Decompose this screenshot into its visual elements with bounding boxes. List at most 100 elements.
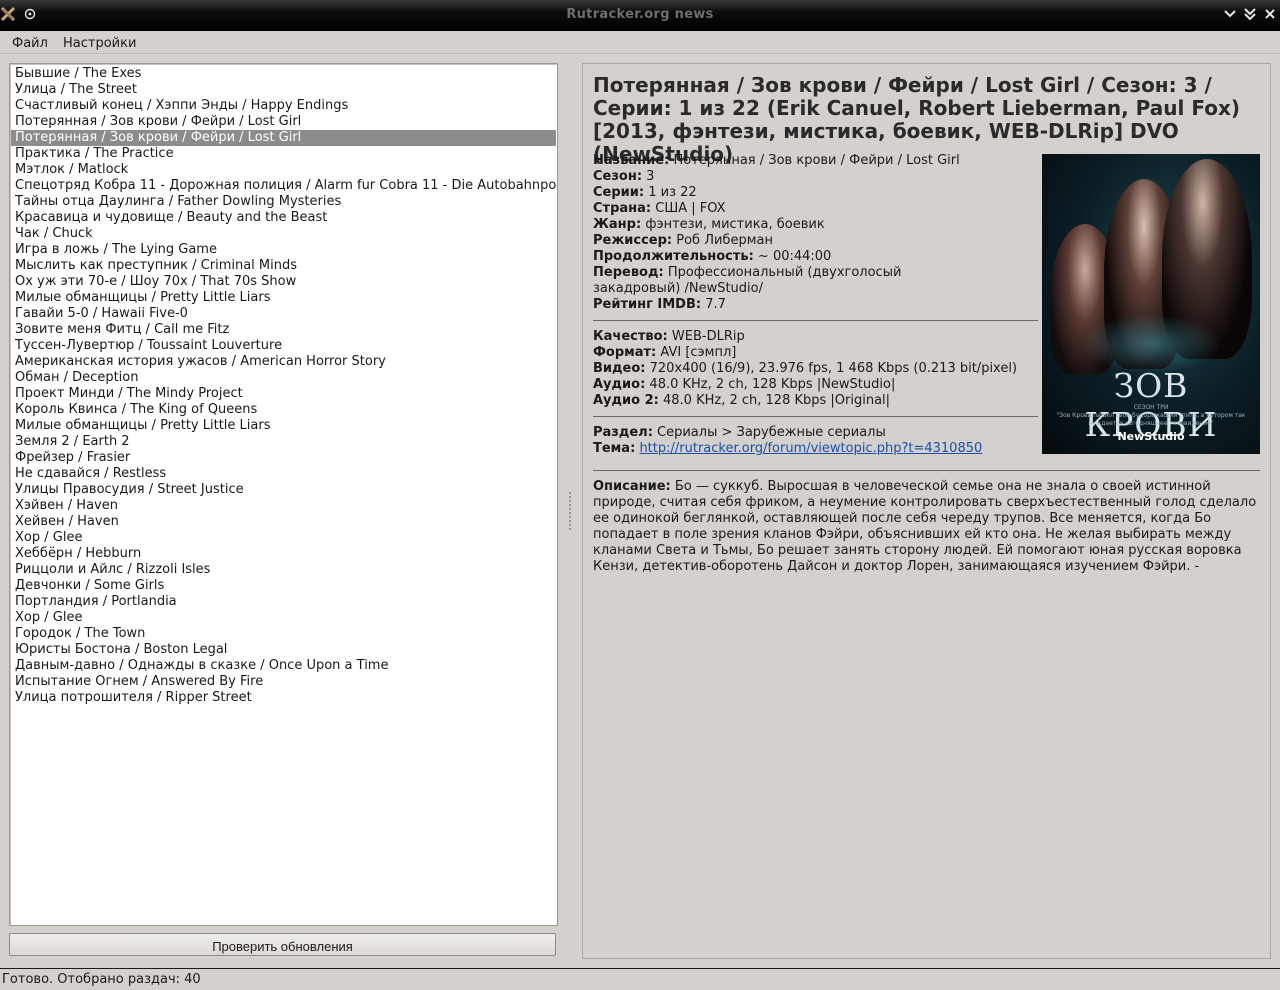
list-item[interactable]: Земля 2 / Earth 2 xyxy=(11,434,556,450)
window-title: Rutracker.org news xyxy=(566,7,714,22)
info-row-season: Сезон: 3 xyxy=(593,169,1038,185)
list-item[interactable]: Король Квинса / The King of Queens xyxy=(11,402,556,418)
poster-image: ЗОВ КРОВИ СЕЗОН ТРИ "Зов Крови пашел свой… xyxy=(1042,154,1260,454)
list-item[interactable]: Портландия / Portlandia xyxy=(11,594,556,610)
list-item[interactable]: Не сдавайся / Restless xyxy=(11,466,556,482)
episodes-value: 1 из 22 xyxy=(648,185,697,200)
list-item[interactable]: Девчонки / Some Girls xyxy=(11,578,556,594)
format-value: AVI [сэмпл] xyxy=(660,345,737,360)
name-value: Потерянная / Зов крови / Фейри / Lost Gi… xyxy=(673,153,960,168)
info-row-name: Название: Потерянная / Зов крови / Фейри… xyxy=(593,153,1038,169)
list-item[interactable]: Фрейзер / Frasier xyxy=(11,450,556,466)
info-row-audio2: Аудио 2: 48.0 KHz, 2 ch, 128 Kbps |Origi… xyxy=(593,393,1038,409)
title-bar[interactable]: Rutracker.org news xyxy=(0,0,1280,31)
close-icon[interactable] xyxy=(1262,6,1278,22)
section-value: Сериалы > Зарубежные сериалы xyxy=(657,425,886,440)
season-label: Сезон: xyxy=(593,169,643,184)
list-item[interactable]: Ох уж эти 70-е / Шоу 70х / That 70s Show xyxy=(11,274,556,290)
info-row-director: Режиссер: Роб Либерман xyxy=(593,233,1038,249)
list-item[interactable]: Красавица и чудовище / Beauty and the Be… xyxy=(11,210,556,226)
list-item[interactable]: Бывшие / The Exes xyxy=(11,66,556,82)
audio2-value: 48.0 KHz, 2 ch, 128 Kbps |Original| xyxy=(663,393,891,408)
description-label: Описание: xyxy=(593,479,671,494)
menu-settings[interactable]: Настройки xyxy=(63,36,136,51)
quality-value: WEB-DLRip xyxy=(671,329,745,344)
list-item[interactable]: Улицы Правосудия / Street Justice xyxy=(11,482,556,498)
section-label: Раздел: xyxy=(593,425,653,440)
list-item[interactable]: Гавайи 5-0 / Hawaii Five-0 xyxy=(11,306,556,322)
list-item[interactable]: Риццоли и Айлс / Rizzoli Isles xyxy=(11,562,556,578)
list-item[interactable]: Испытание Огнем / Answered By Fire xyxy=(11,674,556,690)
info-row-genre: Жанр: фэнтези, мистика, боевик xyxy=(593,217,1038,233)
minimize-icon[interactable] xyxy=(1222,6,1238,22)
list-item[interactable]: Зовите меня Фитц / Call me Fitz xyxy=(11,322,556,338)
maximize-icon[interactable] xyxy=(1242,6,1258,22)
list-item[interactable]: Тайны отца Даулинга / Father Dowling Mys… xyxy=(11,194,556,210)
quality-label: Качество: xyxy=(593,329,668,344)
splitter-handle[interactable] xyxy=(567,490,573,532)
imdb-label: Рейтинг IMDB: xyxy=(593,297,702,312)
separator xyxy=(593,416,1038,417)
list-item[interactable]: Проект Минди / The Mindy Project xyxy=(11,386,556,402)
list-item[interactable]: Городок / The Town xyxy=(11,626,556,642)
list-item[interactable]: Милые обманщицы / Pretty Little Liars xyxy=(11,290,556,306)
director-value: Роб Либерман xyxy=(676,233,773,248)
list-item[interactable]: Хэйвен / Haven xyxy=(11,498,556,514)
info-row-duration: Продолжительность: ~ 00:44:00 xyxy=(593,249,1038,265)
release-info: Название: Потерянная / Зов крови / Фейри… xyxy=(593,153,1038,457)
details-panel: Потерянная / Зов крови / Фейри / Lost Gi… xyxy=(582,63,1271,959)
list-item[interactable]: Улица потрошителя / Ripper Street xyxy=(11,690,556,706)
video-label: Видео: xyxy=(593,361,646,376)
info-row-topic: Тема: http://rutracker.org/forum/viewtop… xyxy=(593,441,1038,457)
topic-label: Тема: xyxy=(593,441,636,456)
name-label: Название: xyxy=(593,153,670,168)
audio-label: Аудио: xyxy=(593,377,646,392)
list-item[interactable]: Американская история ужасов / American H… xyxy=(11,354,556,370)
list-item[interactable]: Чак / Chuck xyxy=(11,226,556,242)
list-item[interactable]: Туссен-Лувертюр / Toussaint Louverture xyxy=(11,338,556,354)
info-row-audio: Аудио: 48.0 KHz, 2 ch, 128 Kbps |NewStud… xyxy=(593,377,1038,393)
release-description: Описание: Бо — суккуб. Выросшая в челове… xyxy=(593,479,1260,575)
info-row-format: Формат: AVI [сэмпл] xyxy=(593,345,1038,361)
list-item[interactable]: Хейвен / Haven xyxy=(11,514,556,530)
menu-bar: Файл Настройки xyxy=(0,31,1280,54)
country-value: США | FOX xyxy=(655,201,726,216)
format-label: Формат: xyxy=(593,345,657,360)
translation-label: Перевод: xyxy=(593,265,664,280)
list-item[interactable]: Давным-давно / Однажды в сказке / Once U… xyxy=(11,658,556,674)
list-item[interactable]: Улица / The Street xyxy=(11,82,556,98)
list-item[interactable]: Хеббёрн / Hebburn xyxy=(11,546,556,562)
poster-tagline: "Зов Крови пашел свой будоражащий стиль,… xyxy=(1056,412,1246,427)
list-item[interactable]: Игра в ложь / The Lying Game xyxy=(11,242,556,258)
info-row-video: Видео: 720x400 (16/9), 23.976 fps, 1 468… xyxy=(593,361,1038,377)
info-row-quality: Качество: WEB-DLRip xyxy=(593,329,1038,345)
check-updates-button[interactable]: Проверить обновления xyxy=(9,933,556,956)
list-item[interactable]: Счастливый конец / Хэппи Энды / Happy En… xyxy=(11,98,556,114)
list-item[interactable]: Милые обманщицы / Pretty Little Liars xyxy=(11,418,556,434)
list-item[interactable]: Практика / The Practice xyxy=(11,146,556,162)
info-row-translation: Перевод: Профессиональный (двухголосый з… xyxy=(593,265,983,297)
list-item[interactable]: Мэтлок / Matlock xyxy=(11,162,556,178)
poster-logo: NewStudio xyxy=(1117,430,1185,443)
list-item[interactable]: Спецотряд Кобра 11 - Дорожная полиция / … xyxy=(11,178,557,194)
topic-link[interactable]: http://rutracker.org/forum/viewtopic.php… xyxy=(639,441,982,456)
list-item[interactable]: Хор / Glee xyxy=(11,530,556,546)
list-item[interactable]: Хор / Glee xyxy=(11,610,556,626)
imdb-value: 7.7 xyxy=(705,297,726,312)
poster-subtitle: СЕЗОН ТРИ "Зов Крови пашел свой будоражащ… xyxy=(1056,404,1246,427)
audio2-label: Аудио 2: xyxy=(593,393,659,408)
list-item[interactable]: Юристы Бостона / Boston Legal xyxy=(11,642,556,658)
list-item[interactable]: Мыслить как преступник / Criminal Minds xyxy=(11,258,556,274)
episodes-label: Серии: xyxy=(593,185,645,200)
list-item[interactable]: Потерянная / Зов крови / Фейри / Lost Gi… xyxy=(11,114,556,130)
info-row-country: Страна: США | FOX xyxy=(593,201,1038,217)
duration-value: ~ 00:44:00 xyxy=(757,249,832,264)
list-item[interactable]: Потерянная / Зов крови / Фейри / Lost Gi… xyxy=(11,130,556,146)
info-row-imdb: Рейтинг IMDB: 7.7 xyxy=(593,297,1038,313)
series-list[interactable]: Бывшие / The Exes Улица / The Street Счаст… xyxy=(9,63,558,926)
list-item[interactable]: Обман / Deception xyxy=(11,370,556,386)
duration-label: Продолжительность: xyxy=(593,249,754,264)
country-label: Страна: xyxy=(593,201,652,216)
menu-file[interactable]: Файл xyxy=(12,36,48,51)
info-row-episodes: Серии: 1 из 22 xyxy=(593,185,1038,201)
